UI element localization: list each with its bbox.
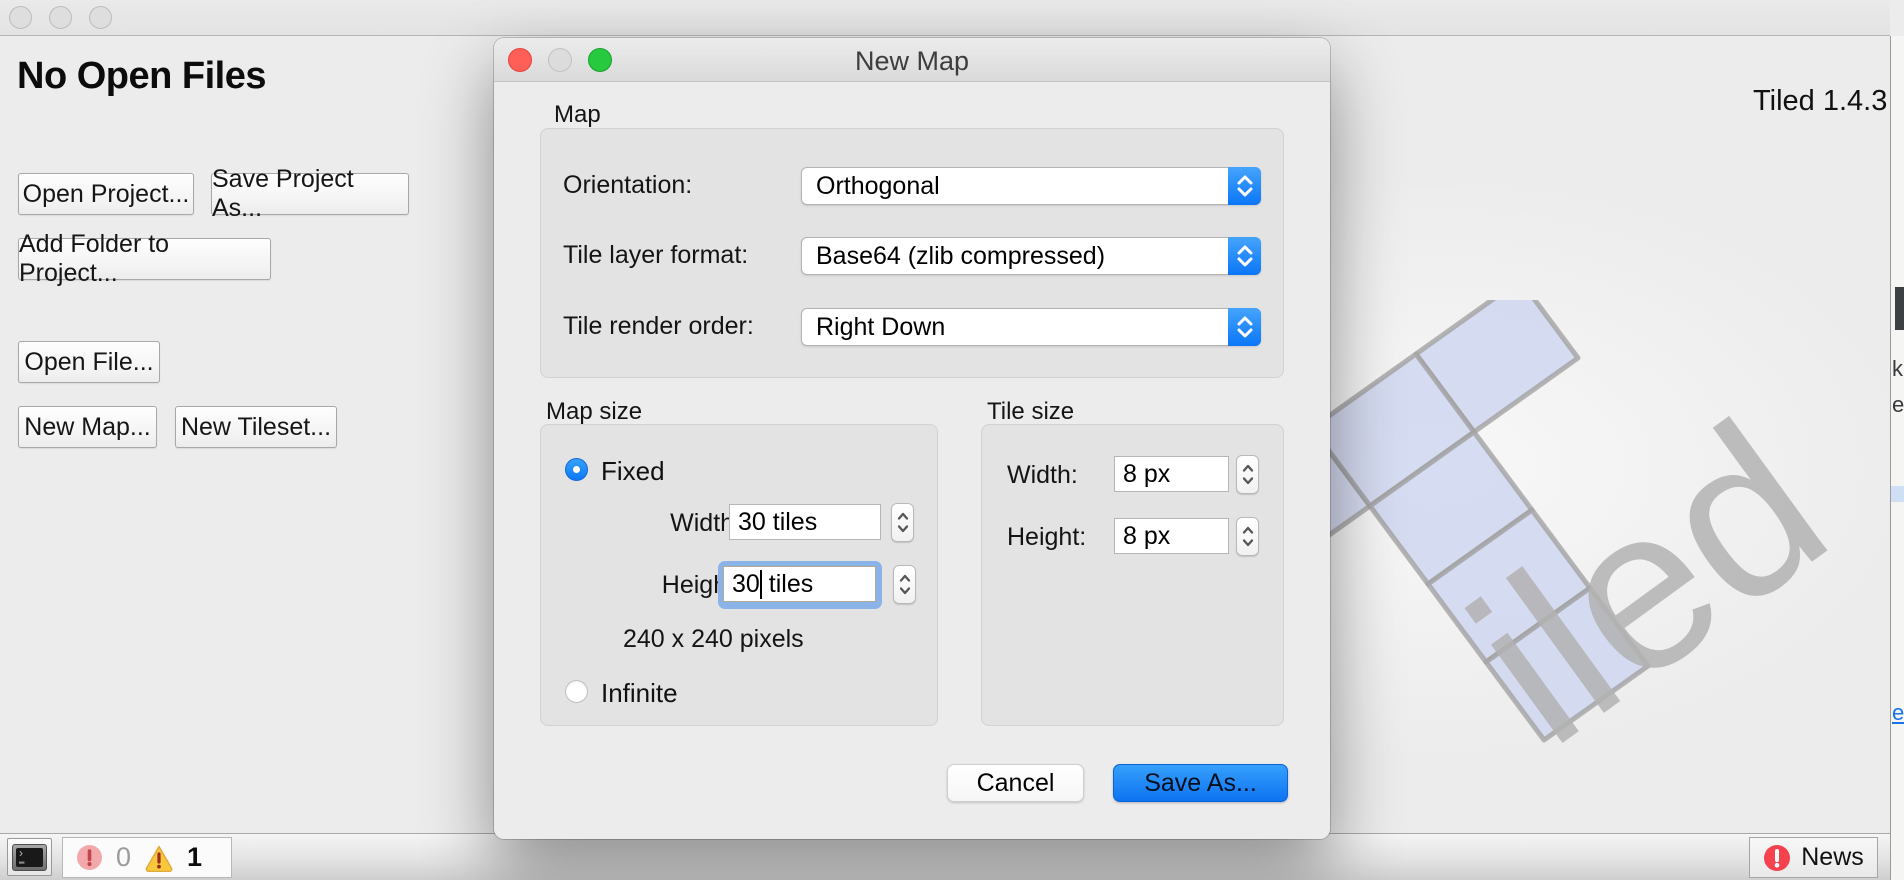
map-group-label: Map — [554, 101, 601, 129]
infinite-radio-label: Infinite — [601, 678, 678, 709]
stepper-arrows-icon — [1240, 461, 1256, 488]
dialog-title: New Map — [494, 46, 1330, 77]
tile-size-group-label: Tile size — [987, 398, 1074, 426]
tile-height-input[interactable]: 8 px — [1114, 518, 1229, 554]
background-window-sliver: k e e — [1890, 36, 1904, 880]
console-toggle-button[interactable] — [7, 838, 52, 876]
map-height-suffix: tiles — [762, 570, 813, 599]
orientation-value: Orthogonal — [816, 172, 940, 201]
terminal-icon — [12, 844, 47, 871]
map-width-stepper[interactable] — [891, 503, 914, 542]
news-button[interactable]: News — [1749, 837, 1878, 878]
stepper-arrows-icon — [1240, 523, 1256, 550]
tile-render-order-select[interactable]: Right Down — [801, 308, 1261, 346]
news-alert-icon — [1763, 844, 1791, 872]
cancel-button[interactable]: Cancel — [947, 764, 1084, 802]
map-width-input[interactable]: 30 tiles — [729, 504, 881, 540]
tile-layer-format-value: Base64 (zlib compressed) — [816, 242, 1105, 271]
add-folder-to-project-button[interactable]: Add Folder to Project... — [18, 238, 271, 280]
sliver-dark-patch — [1895, 287, 1904, 330]
tile-height-stepper[interactable] — [1236, 517, 1259, 556]
tile-size-groupbox: Width: 8 px Height: 8 px — [981, 424, 1284, 726]
fixed-radio[interactable] — [565, 458, 588, 481]
sliver-text-fragment: k — [1892, 356, 1903, 382]
dialog-titlebar[interactable]: New Map — [494, 38, 1330, 82]
app-version-label: Tiled 1.4.3 — [1753, 85, 1887, 118]
tile-render-order-value: Right Down — [816, 313, 945, 342]
warning-count: 1 — [187, 842, 202, 873]
stepper-arrows-icon — [895, 509, 911, 536]
map-width-label: Width: — [611, 509, 741, 538]
error-count: 0 — [116, 842, 131, 873]
tile-width-stepper[interactable] — [1236, 455, 1259, 494]
page-title: No Open Files — [17, 55, 266, 98]
error-icon — [76, 844, 103, 871]
orientation-select[interactable]: Orthogonal — [801, 167, 1261, 205]
map-height-value: 30 — [732, 570, 760, 599]
chevron-up-down-icon — [1228, 167, 1261, 205]
pixel-size-summary: 240 x 240 pixels — [623, 625, 804, 654]
new-map-button[interactable]: New Map... — [18, 406, 157, 448]
tile-width-label: Width: — [1007, 461, 1078, 490]
sliver-text-fragment: e — [1892, 392, 1904, 418]
warning-icon — [144, 844, 174, 872]
sliver-selection-band — [1891, 486, 1904, 502]
chevron-up-down-icon — [1228, 308, 1261, 346]
tile-height-label: Height: — [1007, 523, 1086, 552]
save-project-as-button[interactable]: Save Project As... — [211, 173, 409, 215]
map-size-groupbox: Fixed Width: 30 tiles Height: 30 tiles 2… — [540, 424, 938, 726]
open-project-button[interactable]: Open Project... — [18, 173, 194, 215]
fixed-radio-label: Fixed — [601, 456, 665, 487]
close-icon[interactable] — [9, 6, 32, 29]
map-groupbox: Orientation: Orthogonal Tile layer forma… — [540, 128, 1284, 378]
map-size-group-label: Map size — [546, 398, 642, 426]
watermark-text: iled — [1428, 373, 1869, 791]
zoom-icon[interactable] — [89, 6, 112, 29]
map-height-input[interactable]: 30 tiles — [723, 566, 876, 602]
minimize-icon[interactable] — [49, 6, 72, 29]
main-window-titlebar — [0, 0, 1890, 36]
tile-layer-format-select[interactable]: Base64 (zlib compressed) — [801, 237, 1261, 275]
sliver-link-fragment: e — [1892, 700, 1904, 726]
orientation-label: Orientation: — [563, 171, 692, 200]
map-height-stepper[interactable] — [893, 565, 916, 604]
new-map-dialog: New Map Map Orientation: Orthogonal Tile… — [494, 38, 1330, 839]
new-tileset-button[interactable]: New Tileset... — [175, 406, 337, 448]
open-file-button[interactable]: Open File... — [18, 341, 160, 383]
infinite-radio[interactable] — [565, 680, 588, 703]
tile-layer-format-label: Tile layer format: — [563, 241, 748, 270]
issues-counter[interactable]: 0 1 — [62, 837, 232, 878]
save-as-button[interactable]: Save As... — [1113, 764, 1288, 802]
status-bar: 0 1 News — [0, 833, 1890, 880]
stepper-arrows-icon — [897, 571, 913, 598]
tile-render-order-label: Tile render order: — [563, 312, 754, 341]
tile-width-input[interactable]: 8 px — [1114, 456, 1229, 492]
map-height-focus-ring: 30 tiles — [718, 561, 882, 609]
news-button-label: News — [1801, 843, 1864, 872]
chevron-up-down-icon — [1228, 237, 1261, 275]
